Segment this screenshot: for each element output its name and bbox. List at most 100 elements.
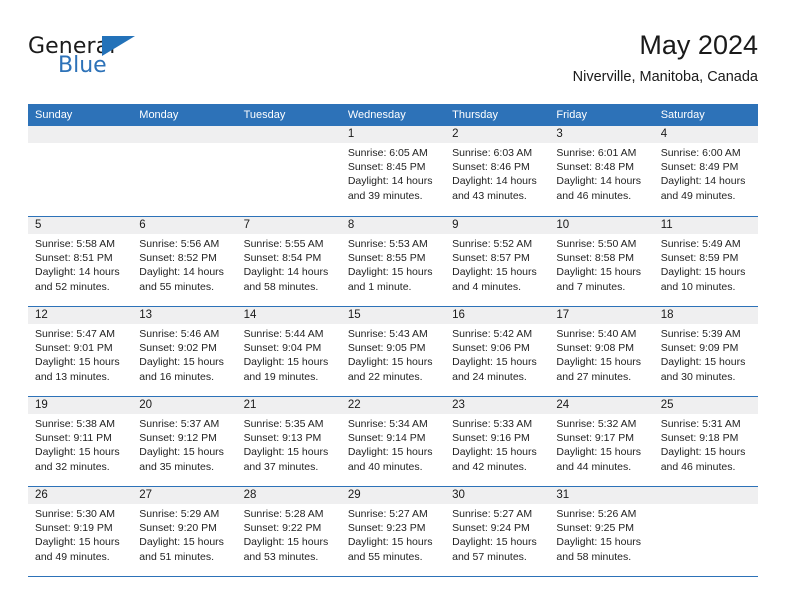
day-detail-line: Daylight: 14 hours xyxy=(243,266,329,279)
day-detail-line: Sunset: 8:55 PM xyxy=(347,252,426,265)
day-details: Sunrise: 5:34 AM Sunset: 9:14 PM Daylight:… xyxy=(341,414,445,474)
day-cell[interactable]: 31 Sunrise: 5:26 AM Sunset: 9:25 PM Dayligh… xyxy=(549,487,654,576)
day-detail-line: Sunset: 9:11 PM xyxy=(35,432,112,445)
day-detail-line: Daylight: 15 hours xyxy=(452,266,537,279)
day-number-band: 3 xyxy=(549,126,654,143)
day-cell[interactable]: 9 Sunrise: 5:52 AM Sunset: 8:57 PM Daylight… xyxy=(445,217,550,306)
day-detail-line: Sunrise: 5:32 AM xyxy=(556,418,637,430)
day-cell[interactable]: 3 Sunrise: 6:01 AM Sunset: 8:48 PM Daylight… xyxy=(549,126,654,216)
day-details: Sunrise: 6:03 AM Sunset: 8:46 PM Daylight:… xyxy=(445,143,549,203)
calendar-weeks: 1 Sunrise: 6:05 AM Sunset: 8:45 PM Daylight… xyxy=(28,126,758,576)
day-cell[interactable]: 30 Sunrise: 5:27 AM Sunset: 9:24 PM Dayligh… xyxy=(445,487,550,576)
day-cell[interactable]: 25 Sunrise: 5:31 AM Sunset: 9:18 PM Dayligh… xyxy=(653,397,758,486)
day-number: 16 xyxy=(452,309,465,321)
day-detail-line: and 19 minutes. xyxy=(243,370,319,383)
day-detail-line: Sunrise: 5:44 AM xyxy=(243,328,324,340)
day-number: 17 xyxy=(556,309,570,321)
day-detail-line: Sunrise: 5:56 AM xyxy=(139,238,220,250)
day-detail-line: Sunrise: 5:52 AM xyxy=(452,238,533,250)
weekday-header-wednesday: Wednesday xyxy=(347,109,406,121)
day-cell[interactable]: 15 Sunrise: 5:43 AM Sunset: 9:05 PM Dayligh… xyxy=(340,307,446,396)
day-cell[interactable]: 12 Sunrise: 5:47 AM Sunset: 9:01 PM Dayligh… xyxy=(28,307,133,396)
day-detail-line: Sunrise: 5:40 AM xyxy=(556,328,637,340)
day-detail-line: and 13 minutes. xyxy=(35,370,110,383)
day-cell-empty xyxy=(28,126,133,216)
day-number-band: 26 xyxy=(28,487,133,504)
day-cell[interactable]: 21 Sunrise: 5:35 AM Sunset: 9:13 PM Dayligh… xyxy=(236,397,341,486)
day-detail-line: Daylight: 14 hours xyxy=(556,175,642,188)
day-cell[interactable]: 19 Sunrise: 5:38 AM Sunset: 9:11 PM Dayligh… xyxy=(28,397,133,486)
day-number-band: 21 xyxy=(236,397,341,414)
day-details: Sunrise: 5:50 AM Sunset: 8:58 PM Daylight:… xyxy=(549,234,653,294)
day-detail-line: and 7 minutes. xyxy=(556,280,626,293)
day-details: Sunrise: 5:56 AM Sunset: 8:52 PM Daylight:… xyxy=(132,234,236,294)
day-detail-line: Sunset: 9:09 PM xyxy=(660,342,739,355)
day-cell[interactable]: 8 Sunrise: 5:53 AM Sunset: 8:55 PM Daylight… xyxy=(340,217,446,306)
day-number: 23 xyxy=(452,399,465,411)
day-details: Sunrise: 5:29 AM Sunset: 9:20 PM Daylight:… xyxy=(132,504,236,564)
day-number: 30 xyxy=(452,489,465,501)
day-detail-line: Sunrise: 6:00 AM xyxy=(660,147,741,159)
day-details: Sunrise: 5:26 AM Sunset: 9:25 PM Daylight:… xyxy=(549,504,653,564)
day-detail-line: Daylight: 15 hours xyxy=(243,356,329,369)
day-detail-line: Sunset: 8:48 PM xyxy=(556,161,635,174)
day-cell[interactable]: 17 Sunrise: 5:40 AM Sunset: 9:08 PM Dayligh… xyxy=(549,307,654,396)
day-detail-line: Daylight: 14 hours xyxy=(660,175,746,188)
day-cell[interactable]: 26 Sunrise: 5:30 AM Sunset: 9:19 PM Dayligh… xyxy=(28,487,133,576)
day-detail-line: and 49 minutes. xyxy=(35,550,110,563)
day-details: Sunrise: 5:58 AM Sunset: 8:51 PM Daylight:… xyxy=(28,234,132,294)
day-cell[interactable]: 16 Sunrise: 5:42 AM Sunset: 9:06 PM Dayligh… xyxy=(445,307,550,396)
day-number: 3 xyxy=(556,128,563,140)
day-detail-line: Sunrise: 5:58 AM xyxy=(35,238,115,250)
brand-logo[interactable]: General Blue xyxy=(28,34,178,90)
day-detail-line: Sunrise: 5:34 AM xyxy=(347,418,428,430)
day-cell[interactable]: 2 Sunrise: 6:03 AM Sunset: 8:46 PM Daylight… xyxy=(445,126,550,216)
day-cell[interactable]: 22 Sunrise: 5:34 AM Sunset: 9:14 PM Dayligh… xyxy=(340,397,446,486)
day-cell-empty xyxy=(653,487,758,576)
day-cell[interactable]: 5 Sunrise: 5:58 AM Sunset: 8:51 PM Daylight… xyxy=(28,217,133,306)
day-detail-line: Daylight: 15 hours xyxy=(556,266,642,279)
day-number-band: 28 xyxy=(236,487,341,504)
day-detail-line: Daylight: 15 hours xyxy=(243,536,329,549)
day-number-band: 11 xyxy=(653,217,758,234)
day-cell[interactable]: 10 Sunrise: 5:50 AM Sunset: 8:58 PM Dayligh… xyxy=(549,217,654,306)
day-cell[interactable]: 14 Sunrise: 5:44 AM Sunset: 9:04 PM Dayligh… xyxy=(236,307,341,396)
day-detail-line: Daylight: 15 hours xyxy=(452,536,537,549)
day-detail-line: and 22 minutes. xyxy=(347,370,423,383)
day-details: Sunrise: 5:28 AM Sunset: 9:22 PM Daylight:… xyxy=(237,504,341,564)
day-number-band: 27 xyxy=(132,487,237,504)
day-cell[interactable]: 20 Sunrise: 5:37 AM Sunset: 9:12 PM Dayligh… xyxy=(132,397,237,486)
day-cell[interactable]: 11 Sunrise: 5:49 AM Sunset: 8:59 PM Dayligh… xyxy=(653,217,758,306)
day-cell[interactable]: 6 Sunrise: 5:56 AM Sunset: 8:52 PM Daylight… xyxy=(132,217,237,306)
day-detail-line: Sunset: 9:08 PM xyxy=(556,342,635,355)
day-cell[interactable]: 28 Sunrise: 5:28 AM Sunset: 9:22 PM Dayligh… xyxy=(236,487,341,576)
day-number-band: 10 xyxy=(549,217,654,234)
day-cell[interactable]: 1 Sunrise: 6:05 AM Sunset: 8:45 PM Daylight… xyxy=(340,126,446,216)
day-cell-empty xyxy=(236,126,341,216)
title-block: May 2024 Niverville, Manitoba, Canada xyxy=(573,28,758,86)
day-detail-line: and 46 minutes. xyxy=(660,460,736,473)
day-detail-line: and 55 minutes. xyxy=(347,550,423,563)
day-detail-line: and 53 minutes. xyxy=(243,550,319,563)
day-detail-line: and 52 minutes. xyxy=(35,280,110,293)
day-detail-line: Daylight: 15 hours xyxy=(35,356,120,369)
day-cell[interactable]: 29 Sunrise: 5:27 AM Sunset: 9:23 PM Dayligh… xyxy=(340,487,446,576)
day-detail-line: Sunrise: 5:50 AM xyxy=(556,238,637,250)
day-details: Sunrise: 5:52 AM Sunset: 8:57 PM Daylight:… xyxy=(445,234,549,294)
day-details: Sunrise: 5:27 AM Sunset: 9:23 PM Daylight:… xyxy=(341,504,445,564)
day-number-band: 19 xyxy=(28,397,133,414)
day-cell[interactable]: 7 Sunrise: 5:55 AM Sunset: 8:54 PM Daylight… xyxy=(236,217,341,306)
day-detail-line: and 42 minutes. xyxy=(452,460,527,473)
day-detail-line: Sunset: 8:51 PM xyxy=(35,252,113,265)
day-number: 5 xyxy=(35,219,42,231)
day-cell[interactable]: 27 Sunrise: 5:29 AM Sunset: 9:20 PM Dayligh… xyxy=(132,487,237,576)
day-cell[interactable]: 23 Sunrise: 5:33 AM Sunset: 9:16 PM Dayligh… xyxy=(445,397,550,486)
day-number: 6 xyxy=(139,219,146,231)
day-cell[interactable]: 4 Sunrise: 6:00 AM Sunset: 8:49 PM Daylight… xyxy=(653,126,758,216)
day-cell[interactable]: 18 Sunrise: 5:39 AM Sunset: 9:09 PM Dayligh… xyxy=(653,307,758,396)
day-detail-line: and 32 minutes. xyxy=(35,460,110,473)
day-cell[interactable]: 13 Sunrise: 5:46 AM Sunset: 9:02 PM Dayligh… xyxy=(132,307,237,396)
day-cell[interactable]: 24 Sunrise: 5:32 AM Sunset: 9:17 PM Dayligh… xyxy=(549,397,654,486)
weekday-header-sunday: Sunday xyxy=(35,109,73,121)
weekday-header-thursday: Thursday xyxy=(452,109,498,121)
